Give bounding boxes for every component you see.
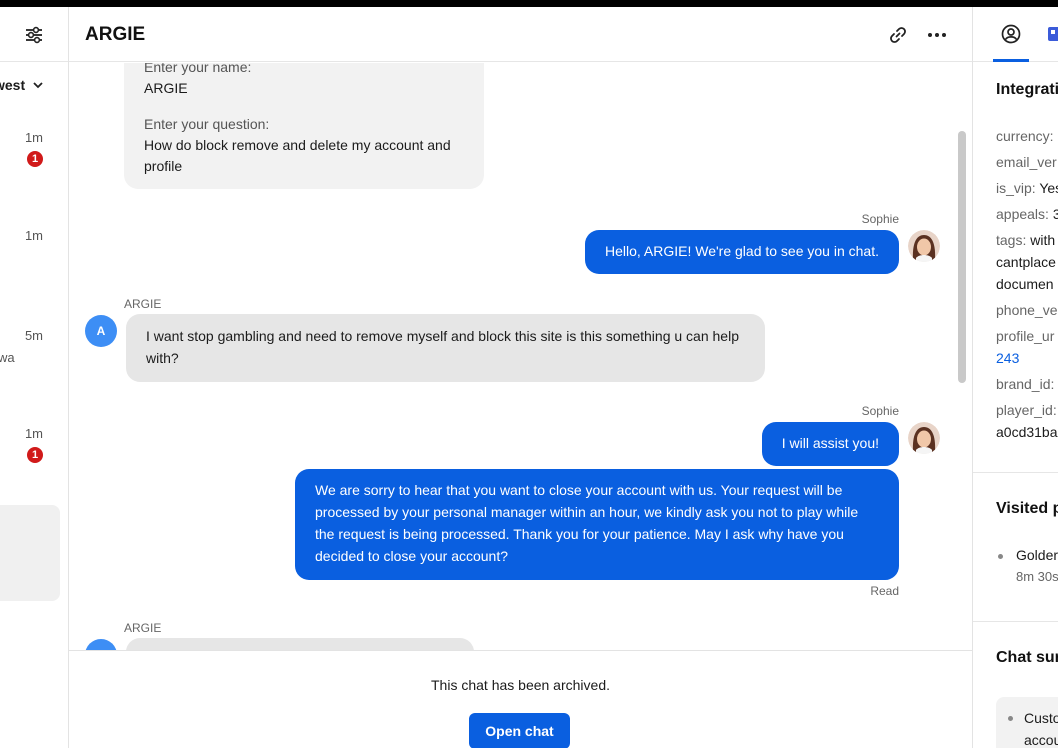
message-list-scrollbar[interactable] [958, 131, 966, 383]
chat-summary-title: Chat sur [996, 649, 1058, 666]
visited-page-time: 8m 30s [1016, 569, 1058, 584]
prechat-form-bubble: Enter your name: ARGIE Enter your questi… [124, 63, 484, 189]
chat-list-panel: west 1m 1 1m 5m wa 1m 1 [0, 7, 69, 748]
sort-label: west [0, 77, 26, 93]
summary-line: accou [1024, 732, 1058, 748]
message-list[interactable]: Enter your name: ARGIE Enter your questi… [69, 63, 972, 650]
field-player-id: player_id: [996, 402, 1057, 418]
top-black-bar [0, 0, 1058, 7]
form-name-label: Enter your name: [144, 63, 252, 75]
selected-chat-item[interactable] [0, 505, 60, 601]
active-tab-indicator [993, 59, 1029, 62]
form-question-value: How do block remove and delete my accoun… [144, 137, 451, 174]
sort-dropdown[interactable]: west [0, 77, 45, 93]
archived-footer: This chat has been archived. Open chat [69, 650, 972, 748]
customer-avatar [85, 639, 117, 650]
message-sender: ARGIE [124, 621, 162, 635]
outgoing-message: Hello, ARGIE! We're glad to see you in c… [585, 230, 899, 274]
list-bullet [998, 554, 1003, 559]
message-sender: ARGIE [124, 297, 162, 311]
chat-item-time: 1m [24, 130, 43, 145]
link-icon[interactable] [888, 25, 908, 45]
field-currency: currency: [996, 128, 1054, 144]
agent-avatar [908, 230, 940, 262]
chat-item-snippet: wa [0, 350, 15, 365]
profile-url-link[interactable]: 243 [996, 350, 1019, 366]
chat-title: ARGIE [85, 24, 146, 45]
open-chat-button[interactable]: Open chat [469, 713, 570, 748]
chat-item-time: 5m [24, 328, 43, 343]
chevron-down-icon [33, 82, 43, 89]
field-phone-verified: phone_ve [996, 302, 1058, 318]
app-icon[interactable] [1047, 24, 1058, 44]
chat-header: ARGIE [69, 7, 972, 62]
divider [973, 621, 1058, 622]
message-sender: Sophie [861, 212, 899, 226]
chat-item-time: 1m [24, 228, 43, 243]
field-profile-url: profile_ur [996, 328, 1055, 344]
field-player-id-value: a0cd31ba [996, 424, 1058, 440]
outgoing-message: We are sorry to hear that you want to cl… [295, 469, 899, 580]
unread-badge: 1 [27, 447, 43, 463]
outgoing-message: I will assist you! [761, 422, 899, 466]
visited-pages-title: Visited p [996, 500, 1058, 517]
form-question-label: Enter your question: [144, 116, 270, 132]
field-tags: tags: with [996, 232, 1056, 248]
details-tabs [973, 7, 1058, 62]
incoming-message: I want stop gambling and need to remove … [126, 314, 765, 382]
details-panel: Integrati currency: email_ver is_vip: Ye… [972, 7, 1058, 748]
field-appeals: appeals: 3 [996, 206, 1058, 222]
agent-avatar [908, 422, 940, 454]
chat-list-header [0, 7, 68, 62]
form-name-value: ARGIE [144, 80, 188, 96]
filter-icon[interactable] [24, 25, 44, 45]
message-sender: Sophie [861, 404, 899, 418]
customer-avatar: A [85, 315, 117, 347]
field-email-verified: email_ver [996, 154, 1057, 170]
field-tags-cont: documen [996, 276, 1054, 292]
chat-item-time: 1m [24, 426, 43, 441]
user-circle-icon[interactable] [1001, 24, 1021, 44]
divider [973, 472, 1058, 473]
chat-panel: ARGIE Enter your name: ARGIE Enter your … [69, 7, 972, 748]
integration-section-title: Integrati [996, 81, 1058, 98]
archived-notice: This chat has been archived. [431, 677, 610, 693]
more-options-icon[interactable] [926, 25, 948, 45]
unread-badge: 1 [27, 151, 43, 167]
visited-page-name[interactable]: Golder [1016, 547, 1058, 563]
list-bullet [1008, 716, 1013, 721]
field-brand-id: brand_id: [996, 376, 1055, 392]
field-is-vip: is_vip: Yes [996, 180, 1058, 196]
field-tags-cont: cantplace [996, 254, 1056, 270]
incoming-message [126, 638, 474, 650]
read-receipt: Read [870, 584, 899, 598]
summary-line: Custo [1024, 710, 1058, 726]
